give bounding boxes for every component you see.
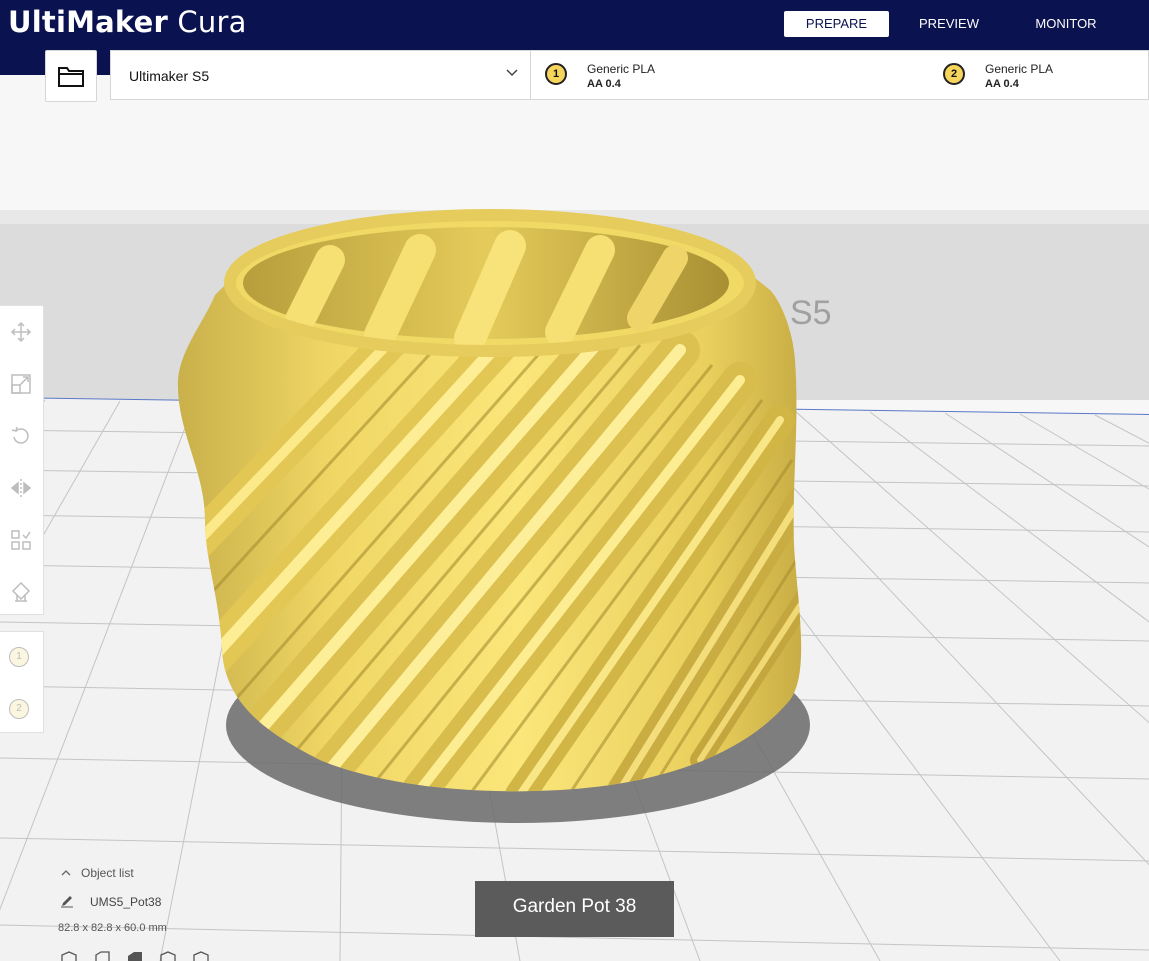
extruder-2-core: AA 0.4 [985, 78, 1019, 90]
printer-name: Ultimaker S5 [129, 68, 210, 84]
extruder-1-config[interactable]: 1 Generic PLA AA 0.4 [531, 51, 929, 99]
per-model-settings-button[interactable] [7, 526, 35, 554]
extruder-2-badge: 2 [943, 63, 965, 85]
object-dimensions: 82.8 x 82.8 x 60.0 mm [58, 922, 167, 934]
cube-top-icon [128, 952, 142, 961]
view-top-button[interactable] [126, 951, 144, 961]
object-name[interactable]: UMS5_Pot38 [90, 895, 161, 909]
folder-icon [58, 67, 84, 87]
printer-selector[interactable]: Ultimaker S5 [111, 51, 531, 99]
view-front-button[interactable] [93, 951, 111, 961]
pot-model[interactable] [177, 209, 810, 795]
object-list-label: Object list [81, 866, 134, 880]
view-right-button[interactable] [192, 951, 210, 961]
app-brand: UltiMaker [8, 5, 168, 39]
support-blocker-icon [11, 581, 31, 602]
model-name-toast: Garden Pot 38 [475, 881, 674, 937]
cube-front-icon [95, 951, 110, 961]
scene-3d: S5 [0, 209, 1149, 961]
extruder-1-core: AA 0.4 [587, 78, 621, 90]
per-model-settings-icon [11, 530, 31, 550]
assign-extruder-1-button[interactable]: 1 [9, 647, 29, 667]
chevron-up-icon [61, 870, 71, 876]
tool-panel [0, 305, 44, 615]
mirror-icon [10, 479, 32, 497]
extruder-2-config[interactable]: 2 Generic PLA AA 0.4 [929, 51, 1149, 99]
rotate-icon [11, 426, 29, 444]
camera-view-buttons [60, 951, 220, 961]
extruder-1-material: Generic PLA [587, 62, 656, 76]
extruder-assign-panel: 1 2 [0, 631, 44, 733]
scale-tool-button[interactable] [7, 370, 35, 398]
object-list-toggle[interactable]: Object list [58, 866, 134, 880]
cube-right-icon [193, 951, 209, 961]
app-logo: UltiMaker Cura [8, 5, 247, 39]
build-volume-viewport[interactable]: S5 [0, 75, 1149, 961]
assign-extruder-2-button[interactable]: 2 [9, 699, 29, 719]
mirror-tool-button[interactable] [7, 474, 35, 502]
view-left-button[interactable] [159, 951, 177, 961]
support-blocker-button[interactable] [7, 578, 35, 606]
header-bar: UltiMaker Cura PREPARE PREVIEW MONITOR [0, 0, 1149, 49]
move-icon [10, 321, 32, 343]
buildplate-label: S5 [790, 294, 832, 332]
scale-icon [11, 374, 31, 394]
tab-prepare[interactable]: PREPARE [784, 11, 889, 37]
rotate-tool-button[interactable] [7, 422, 35, 450]
printer-configuration-bar: Ultimaker S5 1 Generic PLA AA 0.4 2 Gene… [110, 50, 1149, 100]
cube-left-icon [160, 951, 176, 961]
chevron-down-icon [506, 69, 518, 77]
tab-monitor[interactable]: MONITOR [1022, 11, 1110, 37]
app-product: Cura [168, 5, 247, 39]
extruder-1-badge: 1 [545, 63, 567, 85]
view-3d-button[interactable] [60, 951, 78, 961]
open-file-button[interactable] [45, 50, 97, 102]
extruder-2-material: Generic PLA [985, 62, 1054, 76]
cube-3d-icon [61, 951, 77, 961]
tab-preview[interactable]: PREVIEW [905, 11, 993, 37]
move-tool-button[interactable] [7, 318, 35, 346]
pencil-icon[interactable] [60, 894, 74, 908]
